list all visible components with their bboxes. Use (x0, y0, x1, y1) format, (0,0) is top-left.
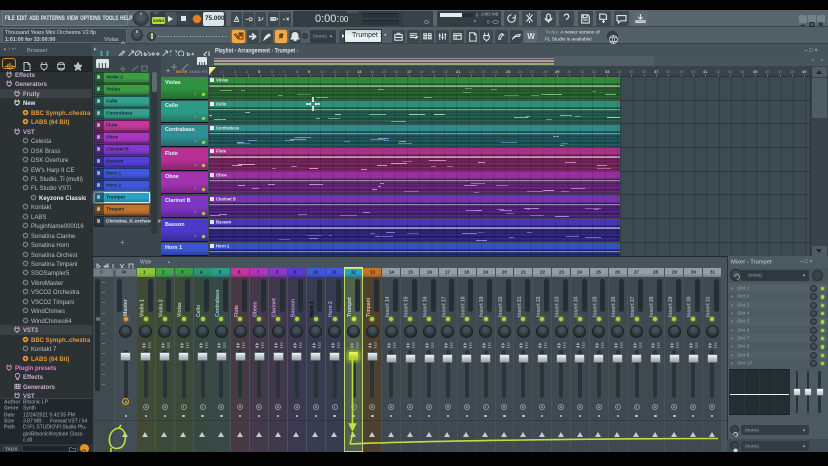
svg-text:Oboes: Oboes (253, 301, 259, 317)
svg-text:Insert 17: Insert 17 (441, 296, 447, 317)
svg-text:Violin 2: Violin 2 (158, 299, 164, 317)
svg-text:Insert 29: Insert 29 (668, 296, 674, 317)
svg-text:Insert 27: Insert 27 (630, 296, 636, 317)
svg-text:Insert 18: Insert 18 (460, 296, 466, 317)
svg-text:Insert 20: Insert 20 (498, 296, 504, 317)
svg-text:Contrabass: Contrabass (215, 289, 221, 317)
svg-text:Horn 1: Horn 1 (309, 301, 315, 317)
svg-text:Violin 1: Violin 1 (140, 299, 146, 317)
svg-text:Insert 28: Insert 28 (649, 296, 655, 317)
svg-text:Insert 22: Insert 22 (536, 296, 542, 317)
svg-text:Flute: Flute (234, 305, 240, 317)
svg-text:Insert 25: Insert 25 (592, 296, 598, 317)
svg-text:Insert 16: Insert 16 (423, 296, 429, 317)
svg-text:Insert 14: Insert 14 (385, 296, 391, 317)
svg-text:Insert 26: Insert 26 (611, 296, 617, 317)
svg-text:Insert 30: Insert 30 (687, 296, 693, 317)
svg-text:Timpani: Timpani (366, 297, 372, 317)
svg-text:Clarinet: Clarinet (272, 298, 278, 317)
svg-text:Insert 21: Insert 21 (517, 296, 523, 317)
svg-text:Insert 15: Insert 15 (404, 296, 410, 317)
svg-text:Horn 2: Horn 2 (328, 301, 334, 317)
svg-text:Cello: Cello (196, 305, 202, 317)
svg-text:Insert 31: Insert 31 (706, 296, 712, 317)
svg-text:Insert 19: Insert 19 (479, 296, 485, 317)
svg-text:Insert 23: Insert 23 (555, 296, 561, 317)
svg-text:Insert 24: Insert 24 (574, 296, 580, 317)
svg-text:Violas: Violas (177, 302, 183, 317)
svg-text:Basson: Basson (291, 299, 297, 317)
svg-text:Trumpet: Trumpet (347, 297, 353, 317)
